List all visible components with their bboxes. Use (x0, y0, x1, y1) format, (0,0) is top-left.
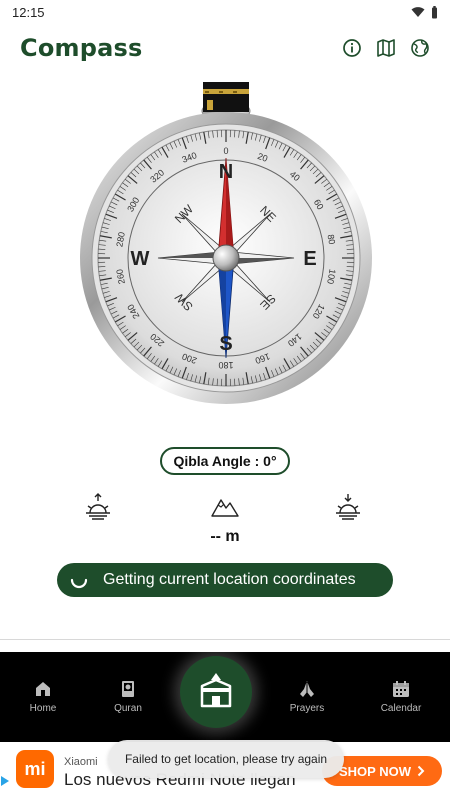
nav-item-prayers[interactable]: Prayers (272, 680, 342, 714)
location-button-label: Getting current location coordinates (103, 571, 356, 588)
status-time: 12:15 (12, 4, 45, 20)
page-title: Compass (20, 34, 143, 62)
status-icons (411, 5, 438, 19)
home-icon (36, 682, 50, 696)
mountain-icon (211, 499, 239, 517)
nav-label-quran: Quran (114, 703, 142, 714)
cardinal-n: N (219, 161, 233, 183)
header-actions (342, 38, 430, 58)
map-button[interactable] (376, 38, 396, 58)
altitude-value: -- m (210, 528, 240, 545)
shop-now-label: SHOP NOW (339, 763, 411, 779)
sunrise-icon (86, 493, 110, 520)
status-bar: 12:15 (0, 0, 450, 24)
sun-altitude-row (0, 492, 450, 526)
nav-item-quran[interactable]: Quran (93, 680, 163, 714)
degree-label: 80 (326, 234, 338, 246)
info-icon (343, 39, 361, 57)
globe-button[interactable] (410, 38, 430, 58)
degree-label: 180 (218, 360, 233, 370)
loading-spinner-icon (70, 578, 88, 589)
wifi-icon (411, 7, 425, 17)
nav-label-home: Home (29, 703, 57, 714)
sunset-icon (336, 494, 360, 520)
map-icon (377, 39, 395, 57)
get-location-button[interactable]: Getting current location coordinates (57, 563, 393, 597)
globe-icon (411, 39, 429, 57)
kaaba-icon (203, 82, 249, 112)
divider (0, 639, 450, 640)
cardinal-e: E (303, 248, 316, 270)
ad-brand: Xiaomi (64, 756, 98, 768)
battery-icon (432, 5, 437, 18)
ad-choices-icon[interactable] (0, 775, 10, 787)
brand-logo: mi (16, 750, 54, 788)
kaaba-icon (200, 673, 232, 708)
degree-label: 0 (223, 146, 228, 156)
prayer-hands-icon (300, 681, 314, 697)
cardinal-s: S (219, 333, 232, 355)
app-header: Compass (0, 28, 450, 68)
compass-screen: 12:15 Compass 0 20 40 60 80 100 120 140 … (0, 0, 450, 800)
info-button[interactable] (342, 38, 362, 58)
error-toast: Failed to get location, please try again (108, 740, 344, 778)
book-icon (122, 681, 134, 697)
calendar-icon (393, 681, 409, 697)
nav-item-home[interactable]: Home (8, 680, 78, 714)
nav-label-calendar: Calendar (380, 703, 422, 714)
cardinal-w: W (131, 248, 150, 270)
nav-item-qibla[interactable] (180, 656, 252, 728)
compass: 0 20 40 60 80 100 120 140 160 180 200 220 240 260 280 3… (78, 78, 374, 408)
nav-item-calendar[interactable]: Calendar (366, 680, 436, 714)
bottom-navigation: Home Quran Prayers Calendar (0, 652, 450, 742)
nav-label-prayers: Prayers (289, 703, 325, 714)
qibla-angle-badge: Qibla Angle : 0° (160, 447, 290, 475)
chevron-right-icon (417, 765, 425, 777)
compass-dial: 0204060801001201401601802002202402602803… (80, 82, 372, 404)
